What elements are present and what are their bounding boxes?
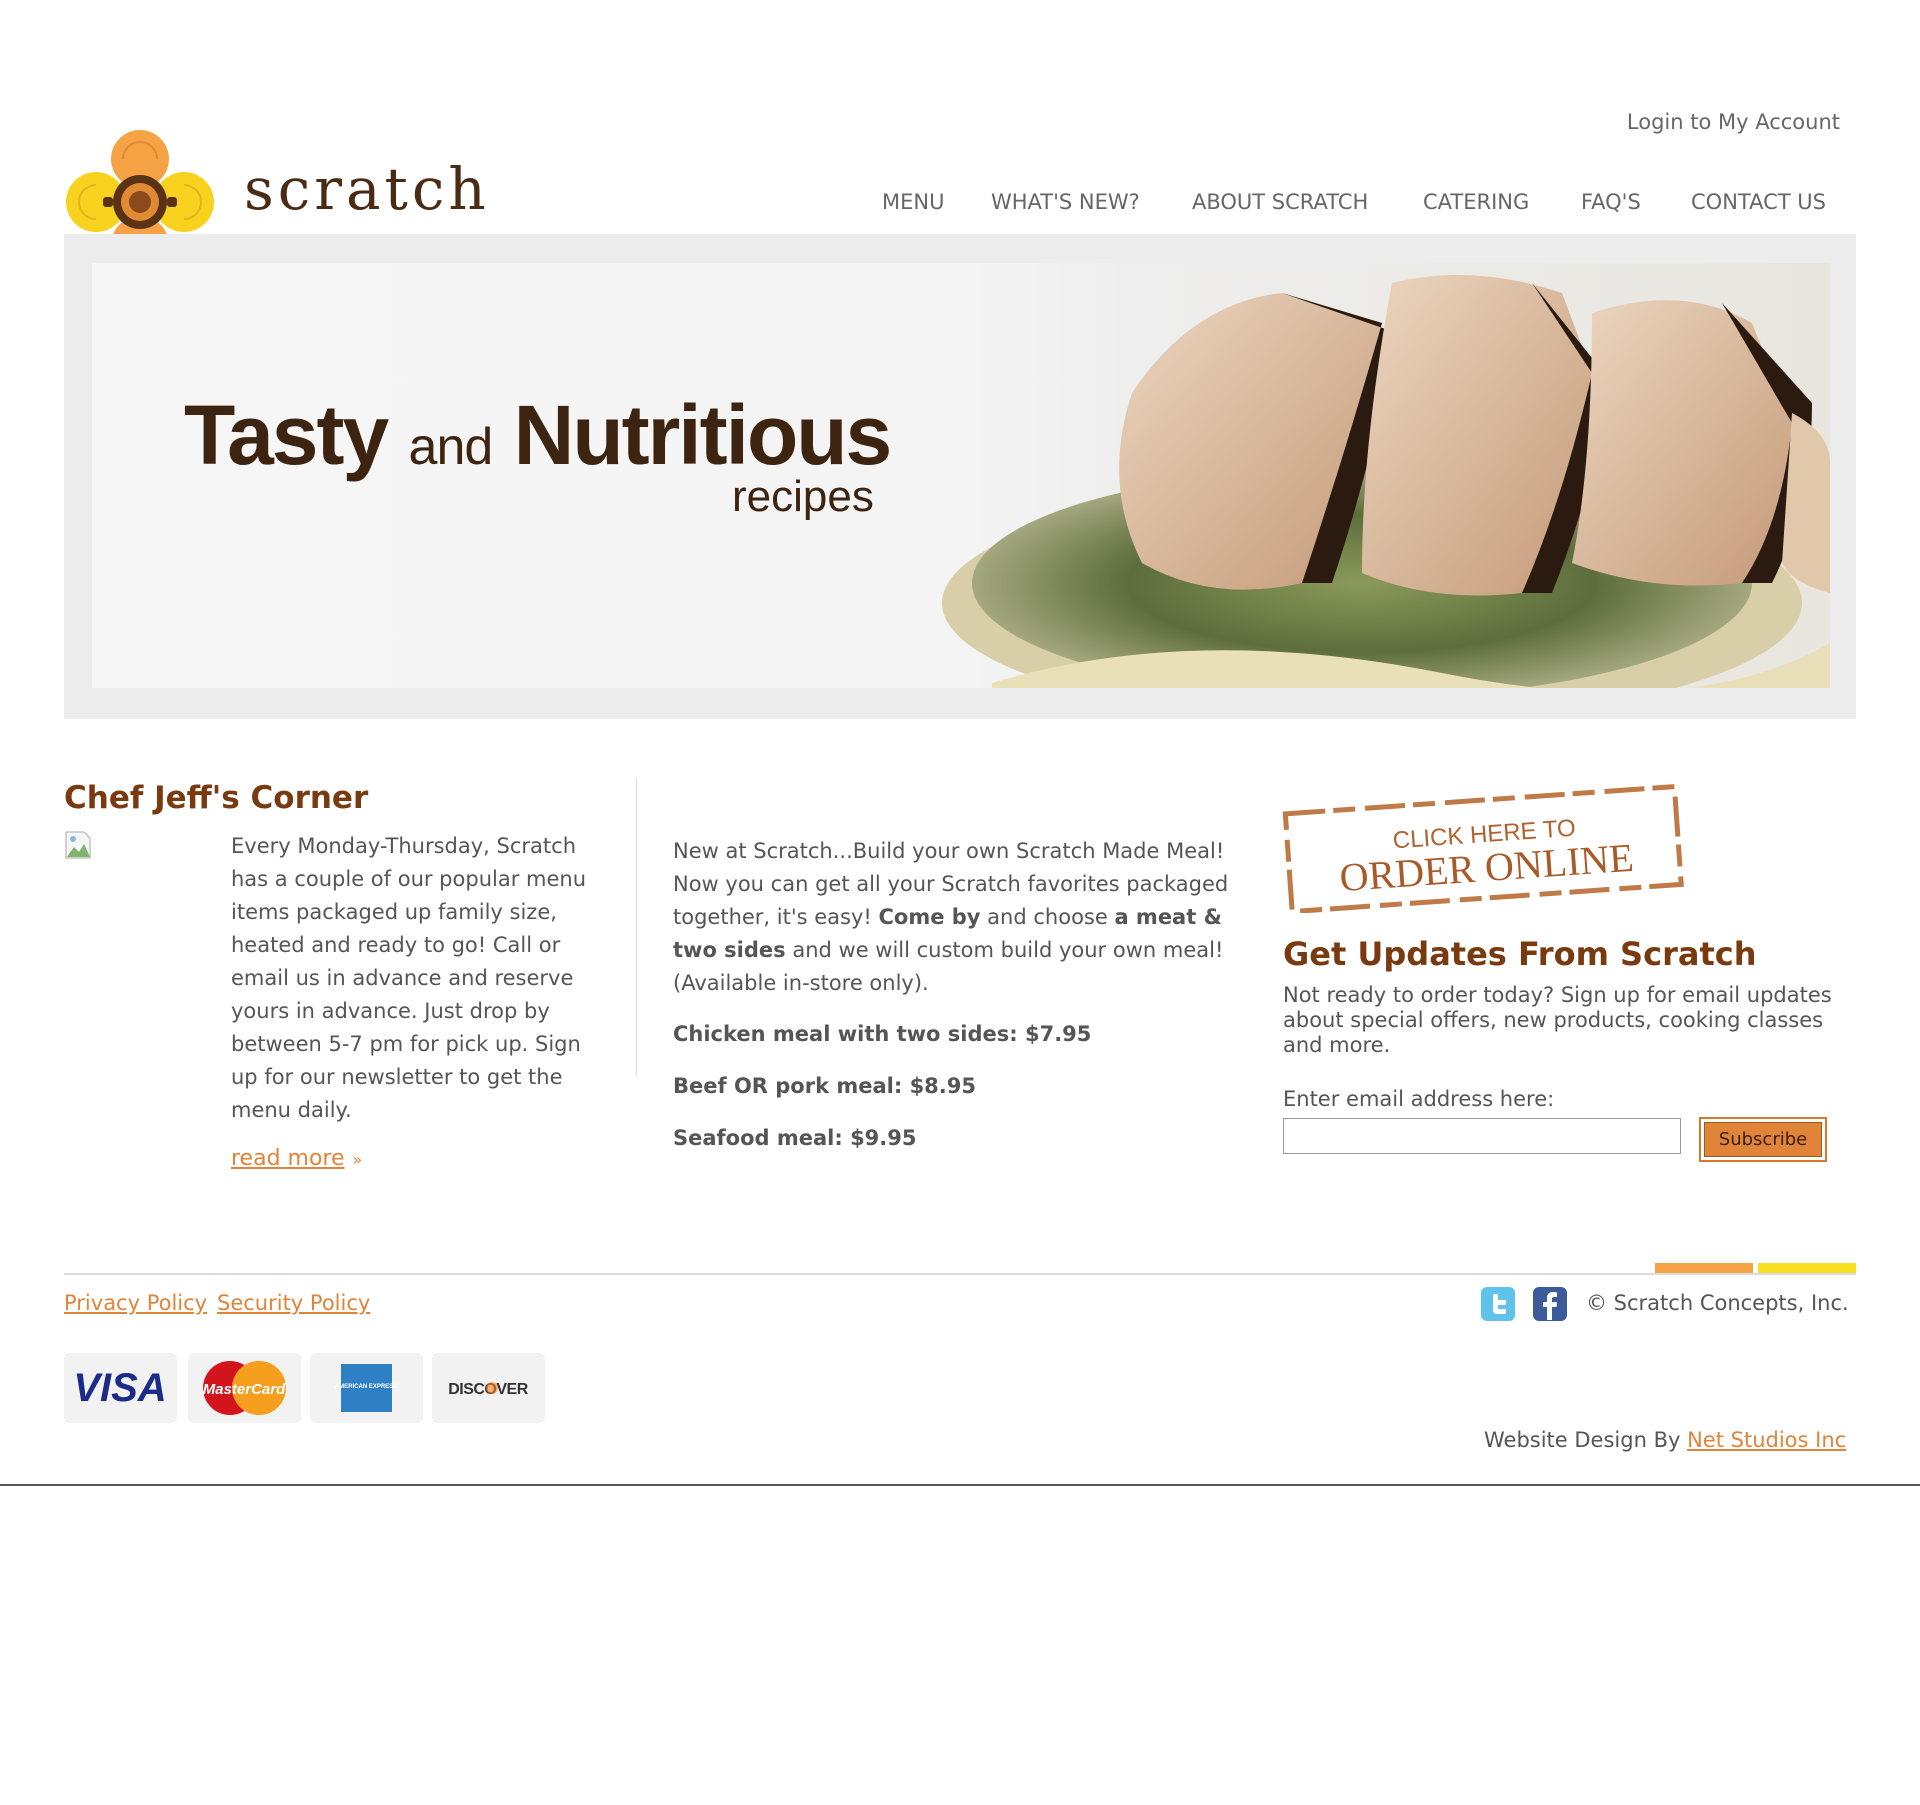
- footer-divider: [64, 1273, 1856, 1275]
- hero-title-and: and: [408, 418, 494, 476]
- security-policy-link[interactable]: Security Policy: [217, 1291, 370, 1315]
- amex-text: AMERICAN EXPRESS: [335, 1384, 397, 1390]
- order-online-stamp[interactable]: CLICK HERE TO ORDER ONLINE: [1280, 778, 1690, 915]
- column-divider: [636, 778, 637, 1076]
- hero-headline: Tasty and Nutritious: [184, 393, 892, 477]
- read-more-link[interactable]: read more »: [231, 1146, 362, 1171]
- mastercard-text: MasterCard: [203, 1381, 286, 1398]
- main-nav: MENU WHAT'S NEW? ABOUT SCRATCH CATERING …: [0, 190, 1833, 220]
- footer-accent-orange: [1655, 1263, 1753, 1273]
- chevron-double-right-icon: »: [352, 1150, 363, 1169]
- email-field[interactable]: [1283, 1118, 1681, 1154]
- nav-menu[interactable]: MENU: [882, 190, 944, 214]
- intro-text-2: and choose: [980, 905, 1115, 929]
- updates-text: Not ready to order today? Sign up for em…: [1283, 983, 1832, 1057]
- hero-banner[interactable]: Tasty and Nutritious recipes: [92, 263, 1830, 688]
- price-beef-pork: Beef OR pork meal: $8.95: [673, 1074, 976, 1098]
- subscribe-button-frame: Subscribe: [1699, 1117, 1827, 1162]
- privacy-policy-link[interactable]: Privacy Policy: [64, 1291, 207, 1315]
- twitter-icon[interactable]: [1480, 1286, 1516, 1322]
- nav-catering[interactable]: CATERING: [1423, 190, 1529, 214]
- chef-corner-text: Every Monday-Thursday, Scratch has a cou…: [231, 834, 587, 1122]
- nav-faqs[interactable]: FAQ'S: [1581, 190, 1641, 214]
- amex-logo: AMERICAN EXPRESS: [310, 1353, 423, 1423]
- visa-text: VISA: [73, 1366, 166, 1410]
- design-credit-prefix: Website Design By: [1484, 1428, 1688, 1452]
- hero-title-nutritious: Nutritious: [513, 388, 893, 482]
- broken-image-icon: [65, 831, 91, 859]
- updates-title: Get Updates From Scratch: [1283, 935, 1757, 973]
- chef-corner-title: Chef Jeff's Corner: [64, 780, 369, 816]
- facebook-icon[interactable]: [1532, 1286, 1568, 1322]
- price-chicken: Chicken meal with two sides: $7.95: [673, 1022, 1092, 1046]
- page-bottom-border: [0, 1484, 1920, 1486]
- discover-logo: DISCOVER: [432, 1353, 545, 1423]
- read-more-label: read more: [231, 1146, 345, 1171]
- mastercard-logo: MasterCard: [188, 1353, 301, 1423]
- copyright-text: © Scratch Concepts, Inc.: [1586, 1291, 1849, 1315]
- intro-bold-come-by: Come by: [878, 905, 981, 929]
- login-link[interactable]: Login to My Account: [1600, 110, 1840, 134]
- footer-accent-yellow: [1758, 1263, 1856, 1273]
- nav-about-scratch[interactable]: ABOUT SCRATCH: [1192, 190, 1368, 214]
- net-studios-link[interactable]: Net Studios Inc: [1687, 1428, 1846, 1452]
- price-seafood: Seafood meal: $9.95: [673, 1126, 917, 1150]
- nav-contact-us[interactable]: CONTACT US: [1691, 190, 1826, 214]
- website-design-credit: Website Design By Net Studios Inc: [1484, 1428, 1846, 1452]
- hero-subtitle: recipes: [732, 472, 874, 521]
- subscribe-button[interactable]: Subscribe: [1704, 1122, 1822, 1157]
- build-meal-intro: New at Scratch...Build your own Scratch …: [673, 835, 1253, 1000]
- nav-whats-new[interactable]: WHAT'S NEW?: [991, 190, 1140, 214]
- hero-title-tasty: Tasty: [184, 388, 389, 482]
- email-label: Enter email address here:: [1283, 1087, 1555, 1111]
- visa-logo: VISA: [64, 1353, 177, 1423]
